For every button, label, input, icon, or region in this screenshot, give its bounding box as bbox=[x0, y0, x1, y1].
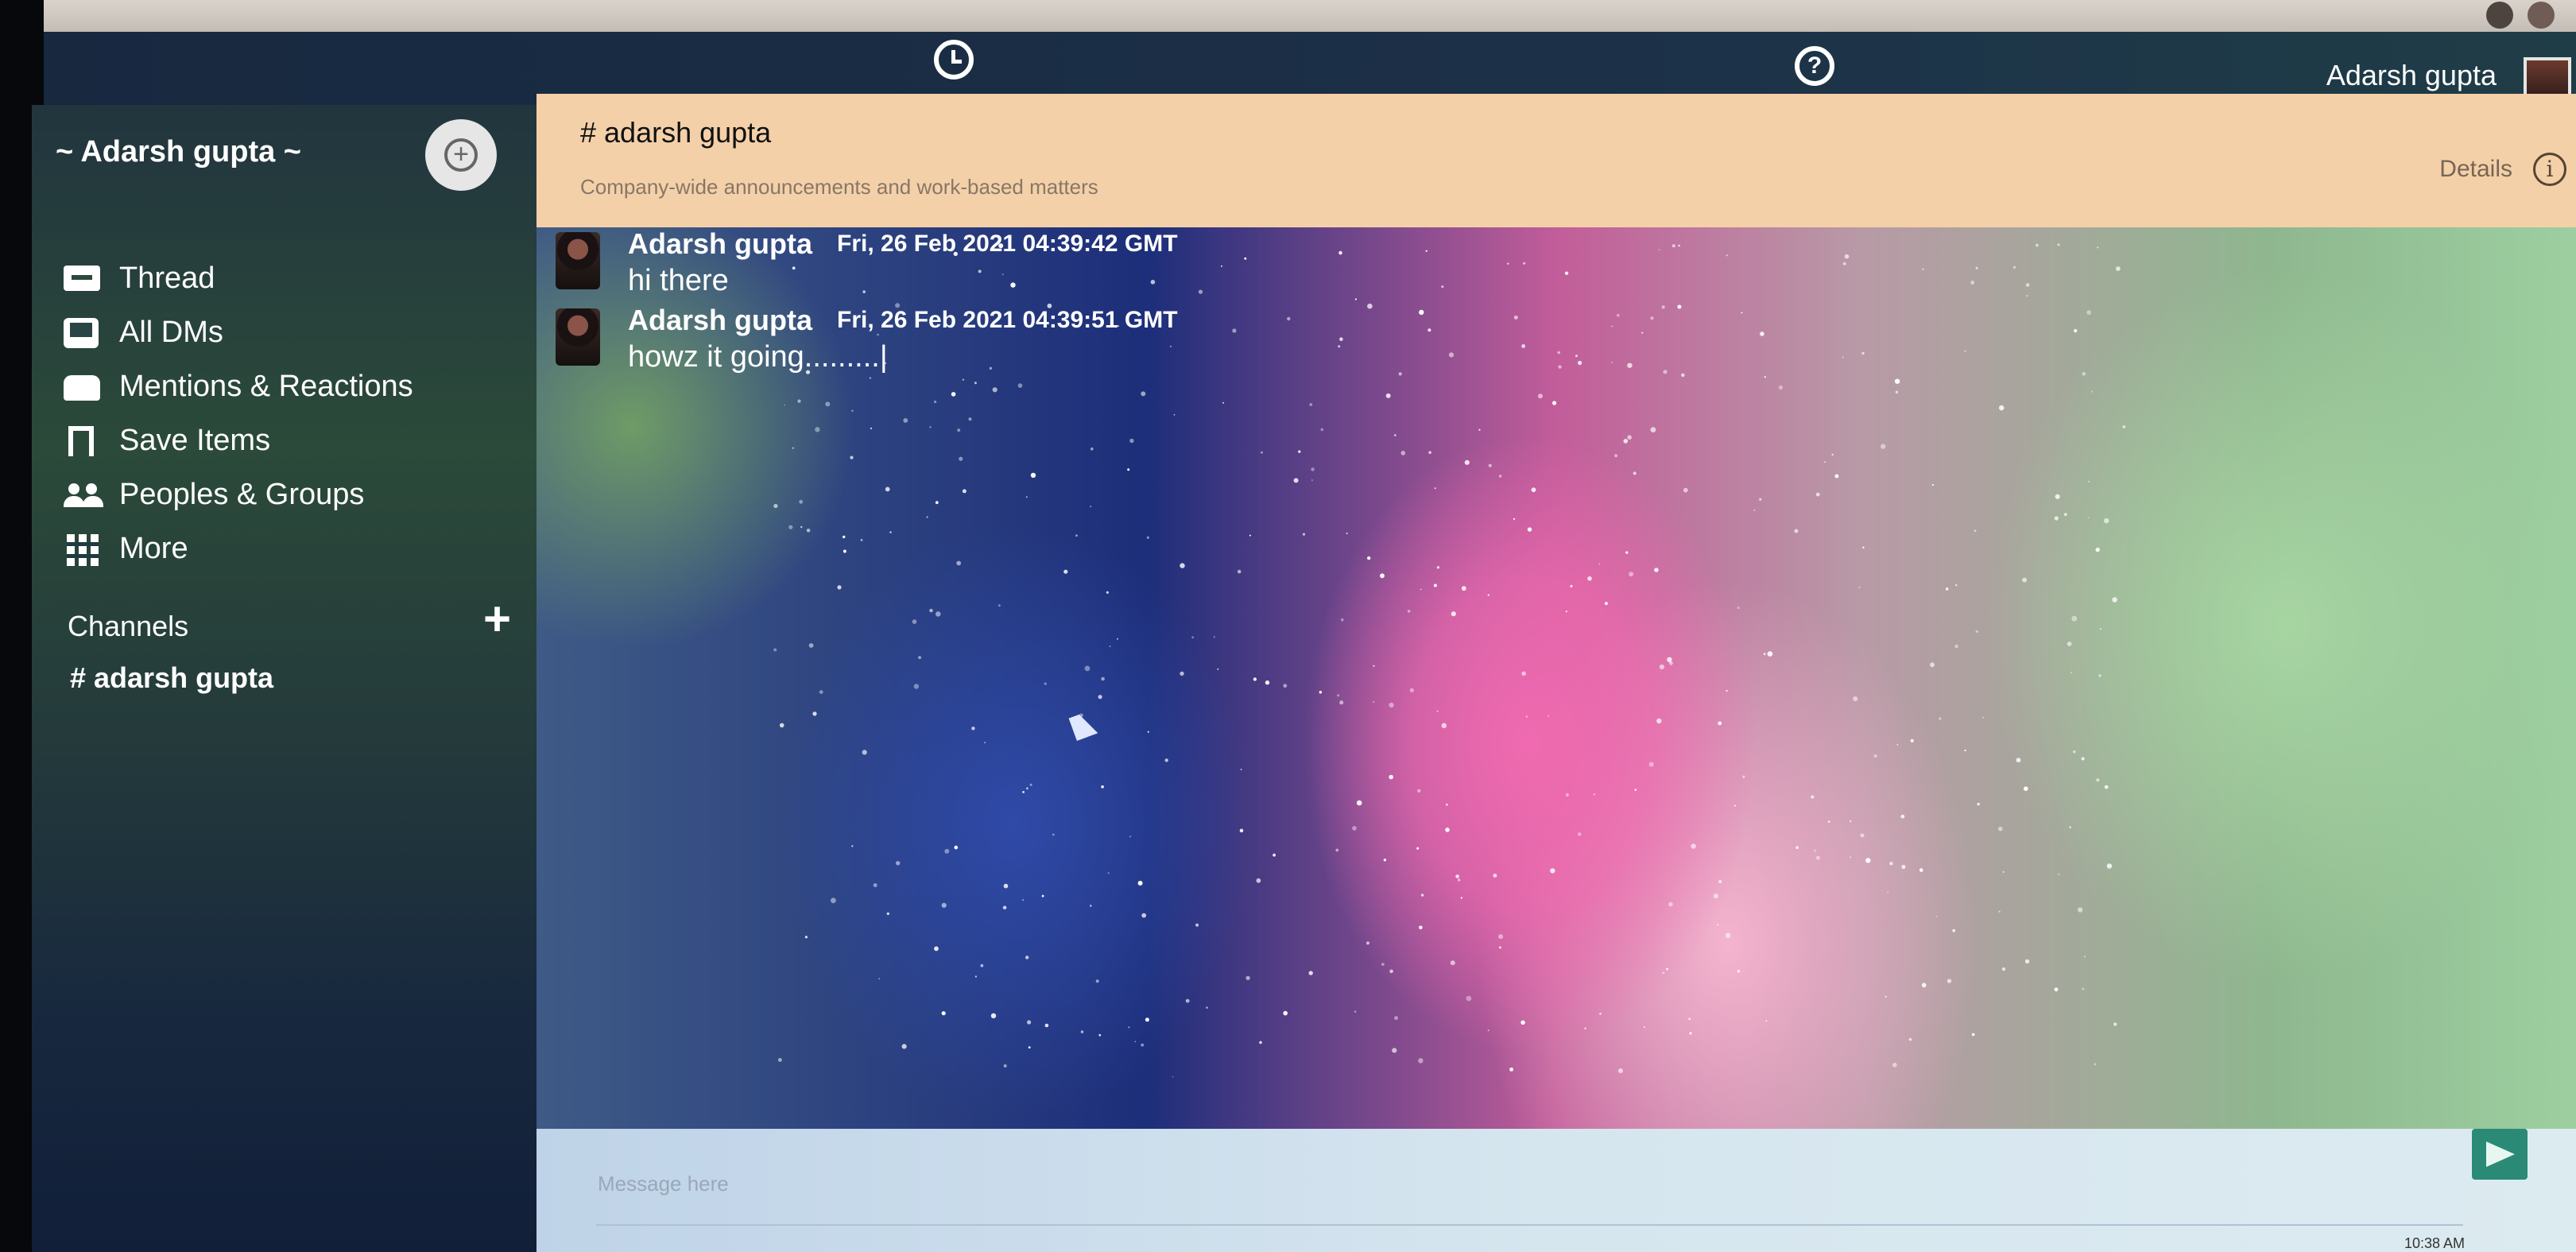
browser-profile-icon[interactable] bbox=[2528, 2, 2555, 29]
message-text: hi there bbox=[628, 264, 729, 297]
message-composer: 10:38 AM bbox=[537, 1129, 2576, 1252]
message-author[interactable]: Adarsh gupta bbox=[628, 304, 812, 337]
workspace-name[interactable]: ~ Adarsh gupta ~ bbox=[56, 135, 301, 169]
sidebar-item-label: All DMs bbox=[119, 315, 223, 349]
sidebar-item-all-dms[interactable]: All DMs bbox=[64, 310, 223, 355]
add-channel-button[interactable]: + bbox=[483, 591, 511, 646]
plus-circle-icon: + bbox=[444, 138, 478, 172]
clock-icon[interactable] bbox=[934, 40, 974, 79]
message-list: Adarsh gupta Fri, 26 Feb 2021 04:39:42 G… bbox=[537, 227, 2576, 1129]
channels-heading: Channels bbox=[68, 610, 189, 642]
channel-item[interactable]: # adarsh gupta bbox=[70, 661, 273, 695]
envelope-icon bbox=[64, 372, 103, 401]
people-icon bbox=[64, 480, 103, 509]
new-message-button[interactable]: + bbox=[425, 119, 497, 191]
current-user-name[interactable]: Adarsh gupta bbox=[2326, 59, 2497, 92]
sidebar-item-thread[interactable]: Thread bbox=[64, 256, 215, 300]
sidebar-item-mentions[interactable]: Mentions & Reactions bbox=[64, 364, 413, 409]
message-text: howz it going.........| bbox=[628, 340, 888, 374]
help-icon[interactable]: ? bbox=[1795, 46, 1834, 86]
channel-description: Company-wide announcements and work-base… bbox=[580, 175, 1098, 199]
send-button[interactable] bbox=[2472, 1129, 2528, 1180]
channel-title: # adarsh gupta bbox=[580, 116, 772, 149]
sidebar-item-label: More bbox=[119, 531, 188, 565]
sidebar-item-label: Thread bbox=[119, 261, 215, 295]
message-icon bbox=[64, 264, 103, 293]
bookmark-icon bbox=[64, 426, 103, 456]
grid-icon bbox=[64, 534, 103, 566]
sidebar-item-more[interactable]: More bbox=[64, 526, 188, 571]
send-icon bbox=[2486, 1142, 2515, 1167]
channel-header: # adarsh gupta Company-wide announcement… bbox=[537, 94, 2576, 227]
sidebar-item-save-items[interactable]: Save Items bbox=[64, 418, 270, 463]
message-timestamp: Fri, 26 Feb 2021 04:39:42 GMT bbox=[837, 231, 1178, 257]
sidebar: ~ Adarsh gupta ~ + Thread All DMs Mentio… bbox=[32, 105, 540, 1252]
message-timestamp: Fri, 26 Feb 2021 04:39:51 GMT bbox=[837, 307, 1178, 333]
avatar[interactable] bbox=[556, 232, 600, 289]
details-link[interactable]: Details bbox=[2439, 156, 2512, 183]
browser-top-frame bbox=[0, 0, 2576, 32]
avatar[interactable] bbox=[556, 308, 600, 366]
system-clock: 10:38 AM bbox=[2404, 1235, 2465, 1251]
message-author[interactable]: Adarsh gupta bbox=[628, 227, 812, 261]
sidebar-item-label: Mentions & Reactions bbox=[119, 369, 413, 403]
message-input[interactable] bbox=[596, 1143, 2463, 1226]
sidebar-item-peoples-groups[interactable]: Peoples & Groups bbox=[64, 472, 364, 517]
inbox-icon bbox=[64, 318, 103, 348]
info-icon[interactable]: i bbox=[2533, 153, 2566, 186]
sidebar-item-label: Peoples & Groups bbox=[119, 477, 365, 511]
sidebar-item-label: Save Items bbox=[119, 423, 271, 457]
browser-extension-icon[interactable] bbox=[2486, 2, 2513, 29]
